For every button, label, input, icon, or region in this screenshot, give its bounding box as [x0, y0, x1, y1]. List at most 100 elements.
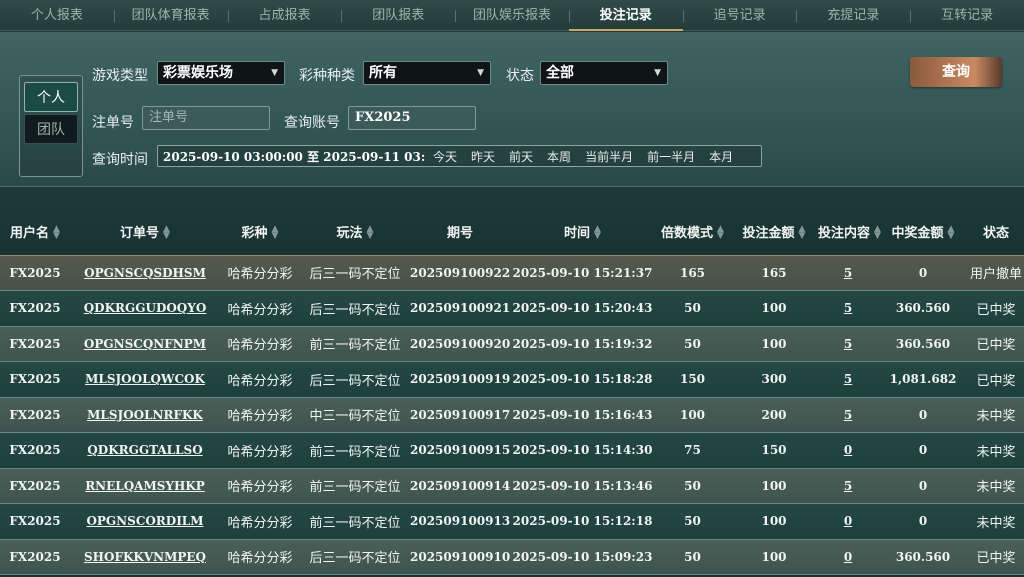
column-header[interactable]: 时间 ▲ ▼: [510, 188, 655, 255]
table-cell[interactable]: 5: [818, 290, 878, 327]
cell-link[interactable]: RNELQAMSYHKP: [85, 479, 205, 493]
cell-link[interactable]: OPGNSCQNFNPM: [84, 337, 206, 351]
cell-link[interactable]: 0: [844, 443, 852, 457]
sort-icon[interactable]: ▲ ▼: [799, 225, 806, 241]
cell-link[interactable]: 5: [844, 479, 852, 493]
table-cell[interactable]: SHOFKKVNMPEQ: [70, 539, 220, 575]
quick-range-4[interactable]: 当前半月: [578, 148, 640, 165]
cell-link[interactable]: QDKRGGTALLSO: [87, 443, 202, 457]
quick-range-6[interactable]: 本月: [702, 148, 740, 165]
table-cell[interactable]: QDKRGGUDOQYO: [70, 290, 220, 327]
cell-link[interactable]: OPGNSCORDILM: [86, 514, 203, 528]
table-cell[interactable]: 0: [818, 503, 878, 540]
cell-link[interactable]: SHOFKKVNMPEQ: [84, 550, 206, 564]
tab-8[interactable]: 互转记录: [910, 0, 1024, 31]
cell-text: 哈希分分彩: [227, 515, 293, 531]
column-header-label: 期号: [446, 225, 473, 241]
cell-link[interactable]: MLSJOOLNRFKK: [87, 408, 203, 422]
table-cell: 100: [730, 503, 818, 540]
table-cell: 2025-09-10 15:21:37: [510, 255, 655, 291]
table-cell: 未中奖: [968, 468, 1024, 504]
date-range-input[interactable]: 2025-09-10 03:00:00 至 2025-09-11 03:00:0…: [158, 148, 426, 165]
sort-icon[interactable]: ▲ ▼: [53, 225, 60, 241]
cell-link[interactable]: MLSJOOLQWCOK: [85, 372, 205, 386]
table-cell[interactable]: RNELQAMSYHKP: [70, 468, 220, 504]
table-cell[interactable]: 5: [818, 397, 878, 433]
column-header[interactable]: 用户名 ▲ ▼: [0, 188, 70, 255]
sort-icon[interactable]: ▲ ▼: [594, 225, 601, 241]
sort-icon[interactable]: ▲ ▼: [948, 225, 955, 241]
table-cell[interactable]: 5: [818, 255, 878, 291]
tab-5[interactable]: 投注记录: [568, 0, 683, 31]
table-cell[interactable]: OPGNSCQNFNPM: [70, 326, 220, 362]
column-header[interactable]: 倍数模式 ▲ ▼: [655, 188, 730, 255]
chevron-down-icon: ▼: [477, 68, 484, 78]
table-cell[interactable]: 0: [818, 432, 878, 469]
tab-7[interactable]: 充提记录: [796, 0, 910, 31]
scope-personal-button[interactable]: 个人: [24, 82, 78, 112]
tab-6[interactable]: 追号记录: [682, 0, 797, 31]
cell-link[interactable]: 5: [844, 301, 852, 315]
table-row: FX2025 QDKRGGUDOQYO 哈希分分彩 后三一码不定位 2025091009…: [0, 290, 1024, 327]
tab-0[interactable]: 个人报表: [0, 0, 114, 31]
tab-1[interactable]: 团队体育报表: [113, 0, 228, 31]
column-header[interactable]: 彩种 ▲ ▼: [220, 188, 300, 255]
table-cell: FX2025: [0, 503, 70, 540]
column-header-label: 投注内容: [818, 225, 871, 241]
cell-link[interactable]: 5: [844, 372, 852, 386]
cell-link[interactable]: 5: [844, 337, 852, 351]
cell-link[interactable]: OPGNSCQSDHSM: [84, 266, 206, 280]
table-cell: 哈希分分彩: [220, 255, 300, 291]
account-input[interactable]: FX2025: [348, 106, 476, 130]
table-cell: 50: [655, 539, 730, 575]
game-type-select[interactable]: 彩票娱乐场 ▼: [157, 61, 285, 85]
column-header[interactable]: 玩法 ▲ ▼: [300, 188, 410, 255]
sort-icon[interactable]: ▲ ▼: [874, 225, 881, 241]
lottery-kind-select[interactable]: 所有 ▼: [363, 61, 491, 85]
scope-team-button[interactable]: 团队: [24, 114, 78, 144]
sort-icon[interactable]: ▲ ▼: [367, 225, 374, 241]
column-header[interactable]: 投注金额 ▲ ▼: [730, 188, 818, 255]
quick-range-0[interactable]: 今天: [426, 148, 464, 165]
table-cell[interactable]: 5: [818, 468, 878, 504]
column-header[interactable]: 投注内容 ▲ ▼: [818, 188, 881, 255]
quick-range-3[interactable]: 本周: [540, 148, 578, 165]
cell-link[interactable]: 5: [844, 266, 852, 280]
table-cell[interactable]: MLSJOOLQWCOK: [70, 361, 220, 398]
sort-icon[interactable]: ▲ ▼: [272, 225, 279, 241]
column-header[interactable]: 中奖金额 ▲ ▼: [878, 188, 968, 255]
table-cell[interactable]: OPGNSCORDILM: [70, 503, 220, 540]
table-cell[interactable]: 5: [818, 361, 878, 398]
tab-3[interactable]: 团队报表: [341, 0, 455, 31]
cell-text: 100: [761, 549, 787, 564]
cell-text: FX2025: [9, 549, 61, 564]
cell-text: 2025-09-10 15:09:23: [512, 549, 653, 564]
cell-text: 后三一码不定位: [309, 373, 401, 389]
tab-2[interactable]: 占成报表: [227, 0, 342, 31]
cell-text: 150: [679, 372, 706, 387]
order-no-label: 注单号: [92, 115, 134, 131]
search-button[interactable]: 查询: [910, 57, 1002, 87]
sort-icon[interactable]: ▲ ▼: [717, 225, 724, 241]
cell-link[interactable]: 0: [844, 514, 852, 528]
table-cell: 前三一码不定位: [300, 326, 410, 362]
table-cell: 0: [878, 397, 968, 433]
sort-icon[interactable]: ▲ ▼: [163, 225, 170, 241]
cell-text: 100: [761, 336, 787, 351]
table-cell[interactable]: MLSJOOLNRFKK: [70, 397, 220, 433]
quick-range-1[interactable]: 昨天: [464, 148, 502, 165]
status-select[interactable]: 全部 ▼: [540, 61, 668, 85]
table-cell[interactable]: 0: [818, 539, 878, 575]
table-cell[interactable]: QDKRGGTALLSO: [70, 432, 220, 469]
quick-range-2[interactable]: 前天: [502, 148, 540, 165]
table-cell: 202509100921: [410, 290, 510, 327]
tab-4[interactable]: 团队娱乐报表: [455, 0, 569, 31]
cell-link[interactable]: 0: [844, 550, 852, 564]
cell-link[interactable]: QDKRGGUDOQYO: [84, 301, 207, 315]
table-cell[interactable]: 5: [818, 326, 878, 362]
quick-range-5[interactable]: 前一半月: [640, 148, 702, 165]
table-cell[interactable]: OPGNSCQSDHSM: [70, 255, 220, 291]
order-no-input[interactable]: 注单号: [142, 106, 270, 130]
cell-link[interactable]: 5: [844, 408, 852, 422]
column-header[interactable]: 订单号 ▲ ▼: [70, 188, 220, 255]
